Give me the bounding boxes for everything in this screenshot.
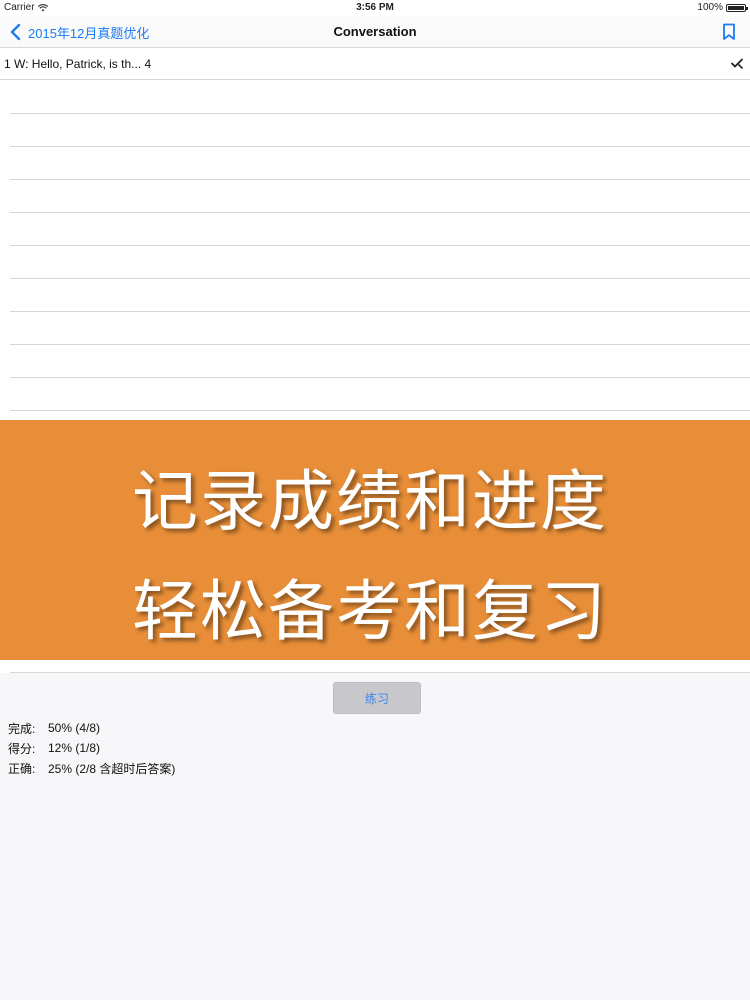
promo-banner: 记录成绩和进度 轻松备考和复习 [0,420,750,660]
stats-summary: 完成: 50% (4/8) 得分: 12% (1/8) 正确: 25% (2/8… [8,718,175,778]
promo-headline: 记录成绩和进度 [132,463,608,540]
stat-completion: 完成: 50% (4/8) [8,718,175,738]
checkmark-icon [730,58,744,70]
list-item[interactable]: 1 W: Hello, Patrick, is th... 4 [0,48,750,80]
list-divider [10,410,750,411]
bookmark-icon[interactable] [722,23,736,41]
stat-score: 得分: 12% (1/8) [8,738,175,758]
navigation-bar: 2015年12月真题优化 Conversation [0,16,750,48]
chevron-left-icon [10,23,21,41]
list-divider [10,212,750,213]
stat-label: 正确: [8,761,36,776]
battery-percent: 100% [697,2,723,13]
list-item-text: 1 W: Hello, Patrick, is th... 4 [4,56,152,71]
list-divider [10,245,750,246]
practice-button[interactable]: 练习 [333,682,421,714]
list-divider [10,311,750,312]
empty-list-area [10,80,750,420]
status-bar: Carrier 3:56 PM 100% [0,0,750,16]
stat-value: 25% (2/8 含超时后答案) [48,761,176,776]
clock: 3:56 PM [356,2,394,13]
stat-accuracy: 正确: 25% (2/8 含超时后答案) [8,758,175,778]
stat-value: 50% (4/8) [48,721,101,735]
list-divider [10,377,750,378]
back-button-label: 2015年12月真题优化 [28,25,150,41]
stat-value: 12% (1/8) [48,741,101,755]
list-divider [10,278,750,279]
stat-label: 完成: [8,721,36,736]
back-button[interactable]: 2015年12月真题优化 [8,20,149,44]
list-divider [10,179,750,180]
list-divider [10,113,750,114]
list-divider [10,146,750,147]
battery-icon [726,3,748,12]
stat-label: 得分: [8,741,36,756]
promo-subheadline: 轻松备考和复习 [132,573,608,650]
battery-status: 100% [697,2,748,13]
list-divider [10,344,750,345]
